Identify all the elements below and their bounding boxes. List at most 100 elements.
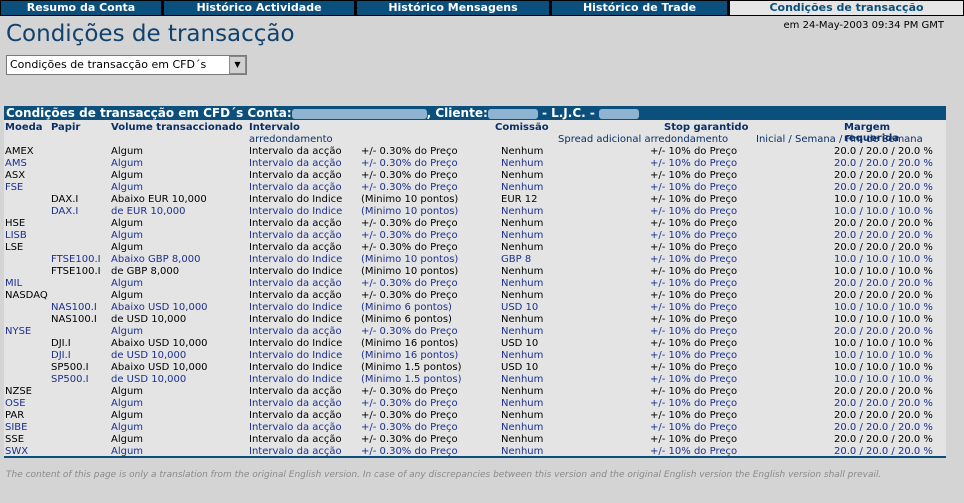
cell-moeda: NASDAQ (5, 290, 48, 301)
cell-stop: +/- 10% do Preço (650, 158, 738, 169)
cfd-conditions-select[interactable]: Condições de transacção em CFD´s ▼ (6, 55, 247, 75)
header-comissao: Comissão (495, 122, 549, 133)
cell-stop: +/- 10% do Preço (650, 194, 738, 205)
table-row: SIBE Algum Intervalo da acção +/- 0.30% do … (4, 422, 946, 434)
cell-intervalo: Intervalo do Indice (249, 206, 343, 217)
cell-stop: +/- 10% do Preço (650, 314, 738, 325)
table-title: Condições de transacção em CFD´s Conta: (6, 106, 292, 120)
cell-arredondamento: (Minimo 1.5 pontos) (361, 374, 462, 385)
cell-moeda: LISB (5, 230, 27, 241)
cell-moeda: ASX (5, 170, 26, 181)
cell-moeda: PAR (5, 410, 25, 421)
cell-moeda: AMS (5, 158, 27, 169)
cell-stop: +/- 10% do Preço (650, 398, 738, 409)
cell-intervalo: Intervalo da acção (249, 410, 342, 421)
cell-margem: 10.0 / 10.0 / 10.0 % (834, 338, 933, 349)
cell-arredondamento: (Minimo 16 pontos) (361, 350, 459, 361)
cell-intervalo: Intervalo do Indice (249, 362, 343, 373)
cell-stop: +/- 10% do Preço (650, 230, 738, 241)
table-row: NZSE Algum Intervalo da acção +/- 0.30% do … (4, 386, 946, 398)
cell-arredondamento: +/- 0.30% do Preço (361, 434, 458, 445)
cell-margem: 10.0 / 10.0 / 10.0 % (834, 302, 933, 313)
select-value: Condições de transacção em CFD´s (10, 58, 207, 71)
table-title-bar: Condições de transacção em CFD´s Conta:,… (4, 106, 946, 120)
table-row: AMS Algum Intervalo da acção +/- 0.30% do P… (4, 158, 946, 170)
cell-margem: 20.0 / 20.0 / 20.0 % (834, 386, 933, 397)
cell-intervalo: Intervalo da acção (249, 398, 342, 409)
cell-moeda: SIBE (5, 422, 28, 433)
cell-margem: 10.0 / 10.0 / 10.0 % (834, 206, 933, 217)
cell-margem: 10.0 / 10.0 / 10.0 % (834, 362, 933, 373)
cell-arredondamento: (Minimo 10 pontos) (361, 254, 459, 265)
cell-stop: +/- 10% do Preço (650, 410, 738, 421)
cell-stop: +/- 10% do Preço (650, 374, 738, 385)
cell-stop: +/- 10% do Preço (650, 146, 738, 157)
cell-arredondamento: +/- 0.30% do Preço (361, 398, 458, 409)
cell-arredondamento: +/- 0.30% do Preço (361, 230, 458, 241)
cell-margem: 20.0 / 20.0 / 20.0 % (834, 230, 933, 241)
cell-stop: +/- 10% do Preço (650, 182, 738, 193)
cell-volume: de USD 10,000 (111, 374, 187, 385)
table-row: PAR Algum Intervalo da acção +/- 0.30% do P… (4, 410, 946, 422)
tab-historico-mensagens[interactable]: Histórico Mensagens (357, 1, 549, 15)
cell-papir: FTSE100.I (51, 266, 101, 277)
cell-intervalo: Intervalo da acção (249, 434, 342, 445)
cell-arredondamento: (Minimo 10 pontos) (361, 266, 459, 277)
cell-comissao: Nenhum (501, 434, 544, 445)
cell-margem: 10.0 / 10.0 / 10.0 % (834, 374, 933, 385)
cell-comissao: Nenhum (501, 410, 544, 421)
table-row: NAS100.I Abaixo USD 10,000 Intervalo do In… (4, 302, 946, 314)
cell-comissao: USD 10 (501, 302, 539, 313)
cell-volume: Abaixo USD 10,000 (111, 362, 208, 373)
cell-volume: Algum (111, 398, 144, 409)
tab-historico-actividade[interactable]: Histórico Actividade (164, 1, 354, 15)
chevron-down-icon[interactable]: ▼ (229, 56, 246, 74)
cell-comissao: Nenhum (501, 158, 544, 169)
cell-stop: +/- 10% do Preço (650, 386, 738, 397)
page-title: Condições de transacção (6, 21, 295, 47)
cell-comissao: GBP 8 (501, 254, 532, 265)
table-row: SP500.I Abaixo USD 10,000 Intervalo do Ind… (4, 362, 946, 374)
cell-comissao: Nenhum (501, 218, 544, 229)
cell-margem: 20.0 / 20.0 / 20.0 % (834, 182, 933, 193)
cell-moeda: MIL (5, 278, 23, 289)
account-redacted (291, 108, 427, 119)
cell-arredondamento: (Minimo 10 pontos) (361, 206, 459, 217)
cell-arredondamento: +/- 0.30% do Preço (361, 278, 458, 289)
tab-historico-de-trade[interactable]: Histórico de Trade (552, 1, 727, 15)
cell-comissao: Nenhum (501, 374, 544, 385)
cell-moeda: FSE (5, 182, 24, 193)
table-row: FSE Algum Intervalo da acção +/- 0.30% do P… (4, 182, 946, 194)
cell-volume: Algum (111, 278, 144, 289)
cell-arredondamento: (Minimo 10 pontos) (361, 194, 459, 205)
tab-resumo-da-conta[interactable]: Resumo da Conta (1, 1, 161, 15)
cell-margem: 20.0 / 20.0 / 20.0 % (834, 218, 933, 229)
table-row: NAS100.I de USD 10,000 Intervalo do Indice… (4, 314, 946, 326)
tab-bar: Resumo da Conta Histórico Actividade His… (0, 0, 964, 16)
table-row: NASDAQ Algum Intervalo da acção +/- 0.30% d… (4, 290, 946, 302)
cell-comissao: Nenhum (501, 230, 544, 241)
cell-arredondamento: +/- 0.30% do Preço (361, 326, 458, 337)
conditions-table: Condições de transacção em CFD´s Conta:,… (4, 106, 946, 458)
cell-stop: +/- 10% do Preço (650, 266, 738, 277)
cell-comissao: Nenhum (501, 386, 544, 397)
cell-margem: 20.0 / 20.0 / 20.0 % (834, 290, 933, 301)
table-row: DJI.I Abaixo USD 10,000 Intervalo do Indic… (4, 338, 946, 350)
cell-stop: +/- 10% do Preço (650, 302, 738, 313)
cell-volume: de EUR 10,000 (111, 206, 186, 217)
cell-margem: 10.0 / 10.0 / 10.0 % (834, 194, 933, 205)
header-spread: Spread adicional arredondamento (558, 134, 729, 145)
table-row: FTSE100.I Abaixo GBP 8,000 Intervalo do In… (4, 254, 946, 266)
table-row: NYSE Algum Intervalo da acção +/- 0.30% do … (4, 326, 946, 338)
cell-volume: Abaixo EUR 10,000 (111, 194, 207, 205)
cell-arredondamento: +/- 0.30% do Preço (361, 158, 458, 169)
cell-intervalo: Intervalo da acção (249, 230, 342, 241)
cell-stop: +/- 10% do Preço (650, 350, 738, 361)
timestamp: em 24-May-2003 09:34 PM GMT (783, 20, 944, 31)
tab-condicoes-de-transaccao[interactable]: Condições de transacção (730, 1, 963, 15)
cell-moeda: AMEX (5, 146, 34, 157)
cell-papir: SP500.I (51, 374, 89, 385)
cell-comissao: USD 10 (501, 362, 539, 373)
cell-intervalo: Intervalo da acção (249, 218, 342, 229)
cell-arredondamento: +/- 0.30% do Preço (361, 242, 458, 253)
